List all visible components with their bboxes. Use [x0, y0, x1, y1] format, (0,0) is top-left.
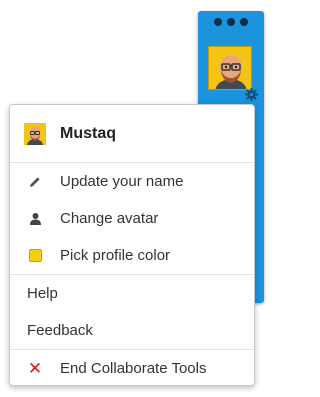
update-name-item[interactable]: Update your name: [10, 163, 254, 200]
change-avatar-label: Change avatar: [60, 210, 159, 227]
person-icon: [27, 211, 43, 227]
profile-menu: Mustaq Update your name Change avatar Pi…: [9, 104, 255, 386]
user-avatar: [24, 122, 46, 145]
avatar-face-icon: [209, 47, 251, 89]
end-collaborate-item[interactable]: ✕ End Collaborate Tools: [10, 350, 254, 385]
end-collaborate-label: End Collaborate Tools: [60, 360, 207, 377]
feedback-label: Feedback: [27, 322, 93, 339]
help-label: Help: [27, 285, 58, 302]
menu-header: Mustaq: [10, 105, 254, 163]
links-section: Help Feedback: [10, 275, 254, 350]
pencil-icon: [27, 174, 43, 190]
update-name-label: Update your name: [60, 173, 184, 190]
profile-section: Update your name Change avatar Pick prof…: [10, 163, 254, 275]
exit-section: ✕ End Collaborate Tools: [10, 350, 254, 385]
change-avatar-item[interactable]: Change avatar: [10, 200, 254, 237]
pick-color-item[interactable]: Pick profile color: [10, 237, 254, 274]
pick-color-label: Pick profile color: [60, 247, 171, 264]
color-swatch-icon: [27, 248, 43, 264]
feedback-item[interactable]: Feedback: [10, 312, 254, 349]
stage: Mustaq Update your name Change avatar Pi…: [0, 0, 270, 397]
gear-icon[interactable]: [245, 88, 258, 101]
close-icon: ✕: [27, 359, 43, 378]
help-item[interactable]: Help: [10, 275, 254, 312]
user-name: Mustaq: [60, 124, 116, 142]
panel-avatar[interactable]: [208, 46, 252, 90]
more-dots-icon[interactable]: [198, 18, 264, 26]
